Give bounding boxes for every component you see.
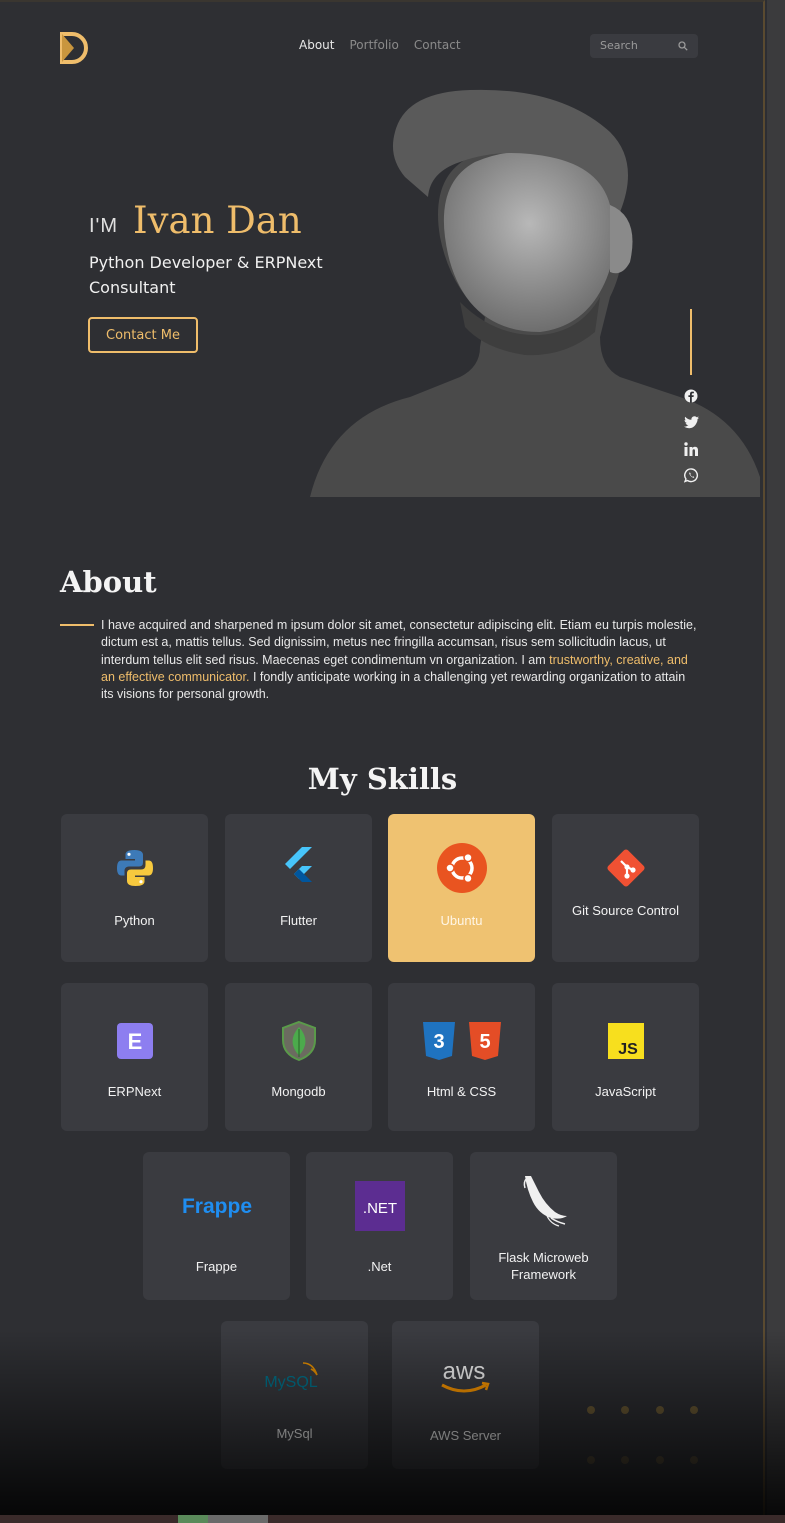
- decor-dot: [587, 1406, 595, 1414]
- flask-icon: [523, 1176, 567, 1227]
- skill-label-mysql: MySql: [276, 1426, 313, 1441]
- window-edge: [767, 0, 785, 1523]
- skill-label-python: Python: [114, 913, 155, 928]
- frappe-icon: Frappe: [181, 1195, 251, 1218]
- decor-dot: [690, 1456, 698, 1464]
- skill-label-mongodb: Mongodb: [271, 1084, 326, 1099]
- search-icon[interactable]: [678, 41, 688, 51]
- skill-card-frappe[interactable]: Frappe Frappe: [143, 1152, 290, 1300]
- decor-dot: [621, 1456, 629, 1464]
- ubuntu-icon: [436, 843, 487, 893]
- linkedin-icon[interactable]: [681, 439, 701, 459]
- svg-text:aws: aws: [442, 1358, 485, 1385]
- skill-card-mysql[interactable]: MySQL MySql: [221, 1321, 368, 1469]
- search-placeholder: Search: [600, 39, 638, 52]
- svg-text:3: 3: [433, 1031, 444, 1053]
- skill-card-flask[interactable]: Flask Microweb Framework: [470, 1152, 617, 1300]
- skill-label-dotnet: .Net: [367, 1259, 392, 1274]
- skill-label-erpnext: ERPNext: [107, 1084, 162, 1099]
- page: About Portfolio Contact Search I'M Ivan …: [0, 0, 765, 1523]
- bottom-taskbar: [0, 1515, 785, 1523]
- decor-dot: [656, 1406, 664, 1414]
- nav-item-contact[interactable]: Contact: [414, 38, 461, 52]
- skill-label-html-css: Html & CSS: [426, 1084, 497, 1099]
- hero-name: Ivan Dan: [133, 199, 302, 242]
- taskbar-segment: [178, 1515, 208, 1523]
- flutter-icon: [284, 847, 312, 882]
- skill-card-html-css[interactable]: 3 5 Html & CSS: [388, 983, 535, 1131]
- contact-me-button[interactable]: Contact Me: [88, 317, 198, 353]
- whatsapp-icon[interactable]: [681, 465, 701, 485]
- skill-label-javascript: JavaScript: [595, 1084, 656, 1099]
- dotnet-icon: .NET: [354, 1181, 405, 1231]
- skill-card-ubuntu[interactable]: Ubuntu: [388, 814, 535, 962]
- erpnext-icon: E: [116, 1023, 153, 1059]
- svg-text:Frappe: Frappe: [181, 1195, 251, 1218]
- facebook-icon[interactable]: [681, 386, 701, 406]
- social-divider: [690, 309, 692, 375]
- python-icon: [116, 850, 153, 886]
- svg-text:MySQL: MySQL: [265, 1374, 318, 1391]
- skill-label-frappe: Frappe: [195, 1259, 238, 1274]
- skill-card-dotnet[interactable]: .NET .Net: [306, 1152, 453, 1300]
- about-title: About: [60, 565, 157, 599]
- skill-label-git: Git Source Control: [572, 903, 679, 918]
- search-input[interactable]: Search: [590, 34, 698, 58]
- skills-title: My Skills: [307, 762, 458, 796]
- svg-text:E: E: [127, 1029, 142, 1054]
- skill-card-mongodb[interactable]: Mongodb: [225, 983, 372, 1131]
- about-accent-line: [60, 624, 94, 626]
- skill-card-flutter[interactable]: Flutter: [225, 814, 372, 962]
- decor-dot: [656, 1456, 664, 1464]
- javascript-icon: JS: [607, 1023, 644, 1059]
- decor-dot: [587, 1456, 595, 1464]
- skill-card-git[interactable]: Git Source Control: [552, 814, 699, 962]
- svg-text:JS: JS: [618, 1041, 638, 1058]
- nav-item-portfolio[interactable]: Portfolio: [349, 38, 398, 52]
- svg-text:5: 5: [479, 1031, 490, 1053]
- portrait-image: [310, 89, 760, 497]
- decor-dot: [621, 1406, 629, 1414]
- mongodb-icon: [281, 1020, 316, 1062]
- skill-label-flutter: Flutter: [280, 913, 317, 928]
- svg-text:.NET: .NET: [362, 1200, 396, 1217]
- logo-icon[interactable]: [58, 30, 92, 66]
- skill-card-aws[interactable]: aws AWS Server: [392, 1321, 539, 1469]
- taskbar-segment: [208, 1515, 268, 1523]
- html-css-icon: 3 5: [422, 1022, 501, 1060]
- decor-dot: [690, 1406, 698, 1414]
- twitter-icon[interactable]: [681, 412, 701, 432]
- nav-item-about[interactable]: About: [299, 38, 334, 52]
- skill-card-erpnext[interactable]: E ERPNext: [61, 983, 208, 1131]
- skill-card-python[interactable]: Python: [61, 814, 208, 962]
- hero-greeting: I'M: [89, 215, 119, 237]
- about-text: I have acquired and sharpened m ipsum do…: [101, 617, 701, 703]
- aws-icon: aws: [440, 1358, 490, 1393]
- skill-label-aws: AWS Server: [429, 1428, 502, 1443]
- skill-label-flask: Flask Microweb Framework: [498, 1250, 589, 1282]
- skill-label-ubuntu: Ubuntu: [440, 913, 483, 928]
- main-nav: About Portfolio Contact: [299, 38, 461, 52]
- git-icon: [606, 849, 645, 887]
- skill-card-javascript[interactable]: JS JavaScript: [552, 983, 699, 1131]
- mysql-icon: MySQL: [265, 1362, 318, 1391]
